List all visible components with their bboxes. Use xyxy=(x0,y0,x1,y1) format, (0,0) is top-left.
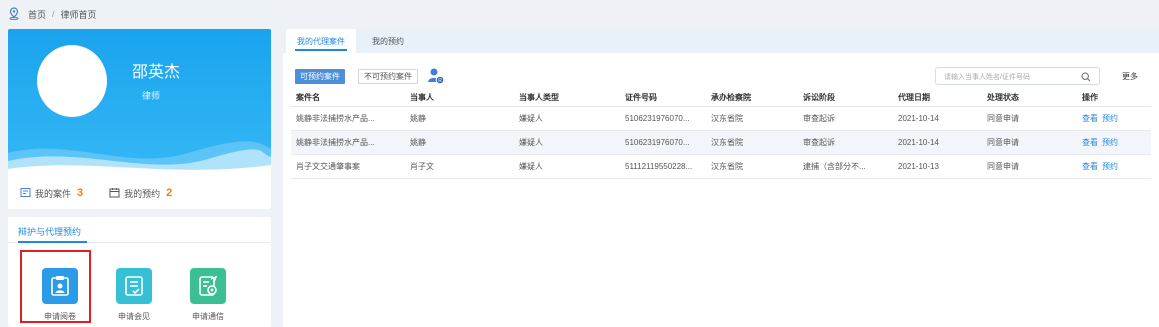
my-appointments-label: 我的预约 xyxy=(124,188,161,199)
apply-file-review-button[interactable]: 申请阅卷 xyxy=(30,262,90,322)
cell-stage: 逮捕（含部分不... xyxy=(798,154,893,179)
col-header-actions: 操作 xyxy=(1077,90,1151,107)
view-link[interactable]: 查看 xyxy=(1082,162,1098,171)
tab-my-appointments[interactable]: 我的预约 xyxy=(361,29,415,53)
cell-status: 同意申请 xyxy=(982,154,1077,179)
cell-party: 肖子文 xyxy=(405,154,514,179)
main-tabbar: 我的代理案件 我的预约 xyxy=(283,29,1159,53)
cell-stage: 审查起诉 xyxy=(798,106,893,131)
profile-stats: 我的案件 3 我的预约 2 xyxy=(20,177,172,209)
view-link[interactable]: 查看 xyxy=(1082,114,1098,123)
filter-unavailable-button[interactable]: 不可预约案件 xyxy=(358,69,418,84)
tab-defense-appointment[interactable]: 辩护与代理预约 xyxy=(18,225,81,238)
toolbar: 可预约案件 不可预约案件 R 更多 xyxy=(295,67,1145,86)
cell-case: 肖子文交通肇事案 xyxy=(291,154,405,179)
location-pin-icon xyxy=(8,7,22,21)
appointment-actions: 申请阅卷 申请会见 申请通信 xyxy=(8,262,271,327)
col-header-party-type: 当事人类型 xyxy=(514,90,620,107)
my-cases-count: 3 xyxy=(77,187,84,199)
cell-actions: 查看 预约 xyxy=(1077,130,1151,155)
profile-card: 邵英杰 律师 我的案件 3 我的预约 2 xyxy=(8,29,271,209)
breadcrumb-home[interactable]: 首页 xyxy=(28,8,46,21)
cell-procuratorate: 汉东省院 xyxy=(706,130,798,155)
cell-status: 同意申请 xyxy=(982,130,1077,155)
appointment-card: 辩护与代理预约 申请阅卷 申请会见 申请通信 xyxy=(8,217,271,327)
cell-case: 姚静非法捕捞水产品... xyxy=(291,106,405,131)
search-input[interactable] xyxy=(936,69,1076,86)
book-link[interactable]: 预约 xyxy=(1102,114,1118,123)
cell-date: 2021-10-14 xyxy=(893,106,982,131)
cell-party-type: 嫌疑人 xyxy=(514,106,620,131)
cell-date: 2021-10-13 xyxy=(893,154,982,179)
apply-meeting-button[interactable]: 申请会见 xyxy=(104,262,164,322)
cell-stage: 审查起诉 xyxy=(798,130,893,155)
col-header-case: 案件名 xyxy=(291,90,405,107)
cell-party-type: 嫌疑人 xyxy=(514,130,620,155)
active-tab-underline xyxy=(18,241,87,243)
col-header-procuratorate: 承办检察院 xyxy=(706,90,798,107)
col-header-status: 处理状态 xyxy=(982,90,1077,107)
cell-date: 2021-10-14 xyxy=(893,130,982,155)
apply-correspondence-label: 申请通信 xyxy=(192,312,224,321)
table-header-row: 案件名 当事人 当事人类型 证件号码 承办检察院 诉讼阶段 代理日期 处理状态 … xyxy=(291,90,1151,107)
cell-case: 姚静非法捕捞水产品... xyxy=(291,130,405,155)
table-row[interactable]: 姚静非法捕捞水产品... 姚静 嫌疑人 5106231976070... 汉东省… xyxy=(291,106,1151,131)
cell-actions: 查看 预约 xyxy=(1077,106,1151,131)
more-link[interactable]: 更多 xyxy=(1122,71,1138,82)
my-cases-stat[interactable]: 我的案件 3 xyxy=(20,187,83,200)
profile-name: 邵英杰 xyxy=(132,64,181,81)
col-header-party: 当事人 xyxy=(405,90,514,107)
user-settings-icon[interactable]: R xyxy=(427,67,445,85)
apply-file-review-label: 申请阅卷 xyxy=(44,312,76,321)
col-header-id-no: 证件号码 xyxy=(620,90,706,107)
view-link[interactable]: 查看 xyxy=(1082,138,1098,147)
avatar xyxy=(37,45,107,117)
cell-id-no: 5106231976070... xyxy=(620,106,706,131)
cell-party: 姚静 xyxy=(405,130,514,155)
my-appointments-count: 2 xyxy=(166,187,173,199)
col-header-stage: 诉讼阶段 xyxy=(798,90,893,107)
folder-icon xyxy=(20,187,31,200)
appointment-tabbar: 辩护与代理预约 xyxy=(8,217,271,243)
col-header-date: 代理日期 xyxy=(893,90,982,107)
tab-my-cases[interactable]: 我的代理案件 xyxy=(286,29,356,53)
breadcrumb-separator: / xyxy=(52,9,55,19)
calendar-icon xyxy=(109,187,120,200)
file-review-icon xyxy=(42,268,78,304)
breadcrumb-current: 律师首页 xyxy=(60,9,97,20)
book-link[interactable]: 预约 xyxy=(1102,138,1118,147)
profile-banner: 邵英杰 律师 xyxy=(8,29,271,177)
cell-procuratorate: 汉东省院 xyxy=(706,154,798,179)
apply-meeting-label: 申请会见 xyxy=(118,312,150,321)
cell-actions: 查看 预约 xyxy=(1077,154,1151,179)
wave-decoration xyxy=(8,141,271,177)
my-appointments-stat[interactable]: 我的预约 2 xyxy=(109,187,172,200)
svg-text:R: R xyxy=(438,78,442,84)
book-link[interactable]: 预约 xyxy=(1102,162,1118,171)
filter-available-button[interactable]: 可预约案件 xyxy=(295,69,345,84)
search-box xyxy=(935,67,1100,86)
cell-id-no: 5106231976070... xyxy=(620,130,706,155)
correspondence-request-icon xyxy=(190,268,226,304)
cases-table: 案件名 当事人 当事人类型 证件号码 承办检察院 诉讼阶段 代理日期 处理状态 … xyxy=(291,90,1151,179)
search-icon[interactable] xyxy=(1081,71,1091,82)
cell-id-no: 51112119550228... xyxy=(620,154,706,179)
cell-party: 姚静 xyxy=(405,106,514,131)
apply-correspondence-button[interactable]: 申请通信 xyxy=(178,262,238,322)
cell-status: 同意申请 xyxy=(982,106,1077,131)
cell-party-type: 嫌疑人 xyxy=(514,154,620,179)
cell-procuratorate: 汉东省院 xyxy=(706,106,798,131)
meeting-request-icon xyxy=(116,268,152,304)
table-row[interactable]: 肖子文交通肇事案 肖子文 嫌疑人 51112119550228... 汉东省院 … xyxy=(291,154,1151,179)
main-panel: 我的代理案件 我的预约 可预约案件 不可预约案件 R 更多 案件名 当事人 当事… xyxy=(283,29,1159,327)
breadcrumb: 首页 / 律师首页 xyxy=(8,4,97,24)
my-cases-label: 我的案件 xyxy=(35,188,72,199)
table-row[interactable]: 姚静非法捕捞水产品... 姚静 嫌疑人 5106231976070... 汉东省… xyxy=(291,130,1151,155)
profile-role: 律师 xyxy=(142,91,161,101)
